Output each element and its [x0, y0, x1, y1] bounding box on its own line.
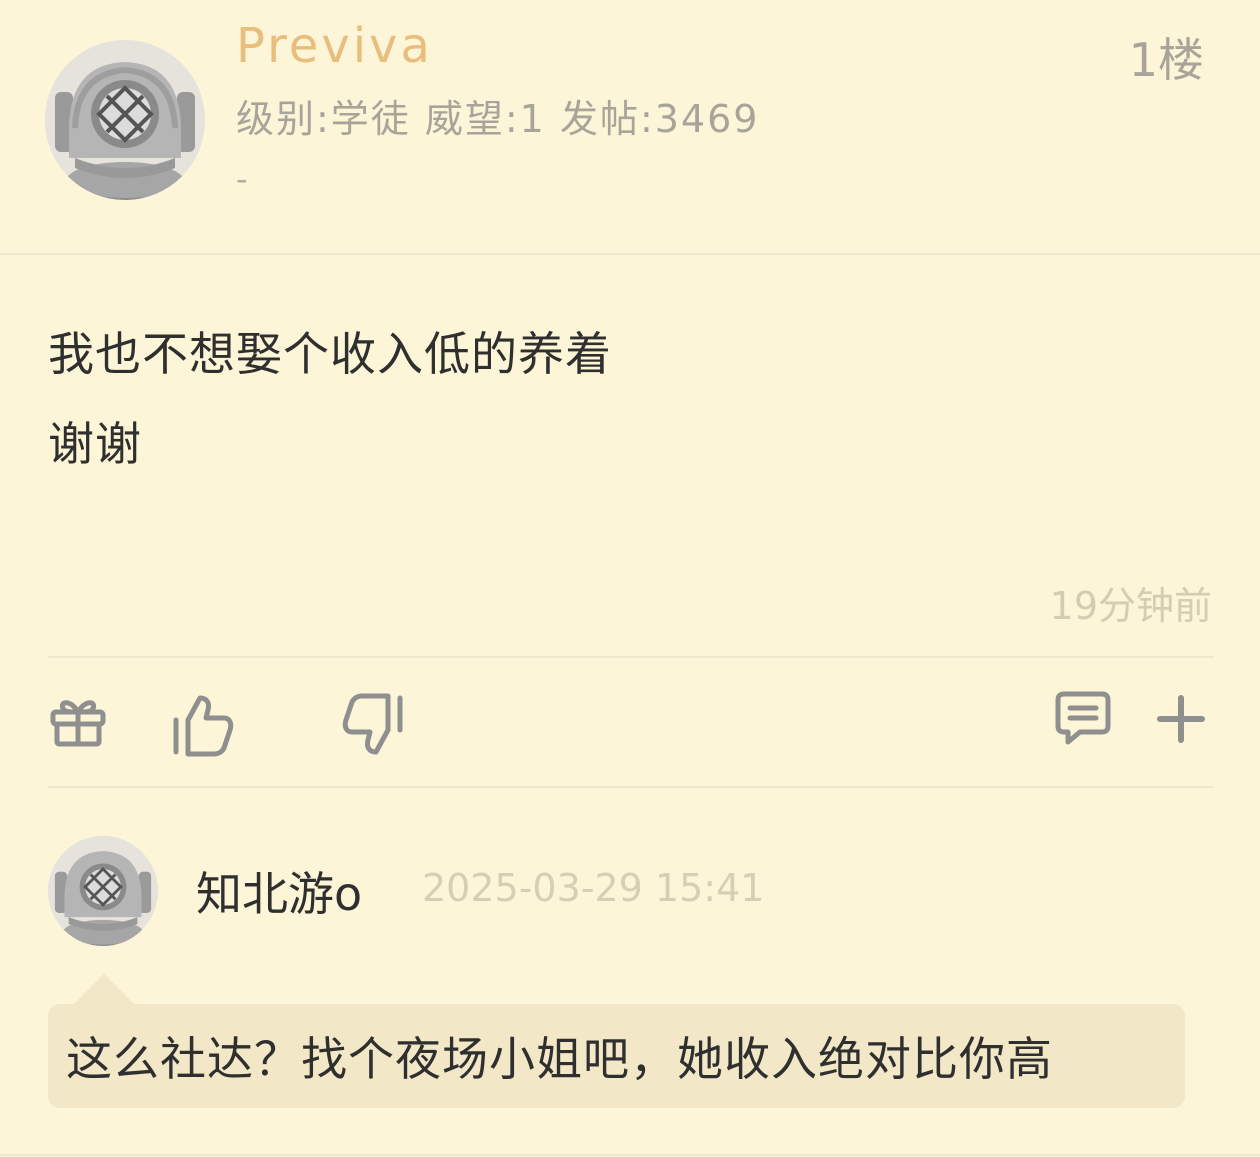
thumbs-down-icon[interactable]: [340, 692, 406, 758]
gift-icon[interactable]: [48, 690, 108, 750]
content-divider: [48, 656, 1213, 658]
diving-helmet-icon: [45, 40, 205, 200]
header-divider: [0, 253, 1260, 255]
comment-icon[interactable]: [1054, 690, 1112, 748]
post-avatar[interactable]: [45, 40, 205, 200]
user-signature: -: [236, 160, 248, 198]
reply-bubble[interactable]: 这么社达？找个夜场小姐吧，她收入绝对比你高: [48, 1004, 1185, 1108]
reply-username[interactable]: 知北游o: [196, 858, 362, 924]
bubble-tail: [72, 974, 136, 1006]
diving-helmet-icon: [48, 836, 158, 946]
post-time: 19分钟前: [1049, 584, 1212, 628]
floor-number: 1楼: [1128, 33, 1204, 87]
post-content-line: 我也不想娶个收入低的养着: [48, 327, 612, 381]
thumbs-up-icon[interactable]: [170, 692, 236, 758]
post-content-line: 谢谢: [48, 417, 142, 471]
reply-timestamp: 2025-03-29 15:41: [422, 866, 765, 910]
bottom-divider: [0, 1154, 1260, 1156]
post-username[interactable]: Previva: [236, 18, 433, 74]
plus-icon[interactable]: [1156, 694, 1206, 744]
actions-divider: [48, 786, 1213, 788]
user-meta: 级别:学徒 威望:1 发帖:3469: [236, 97, 760, 141]
reply-content: 这么社达？找个夜场小姐吧，她收入绝对比你高: [66, 1032, 1053, 1086]
reply-avatar[interactable]: [48, 836, 158, 946]
